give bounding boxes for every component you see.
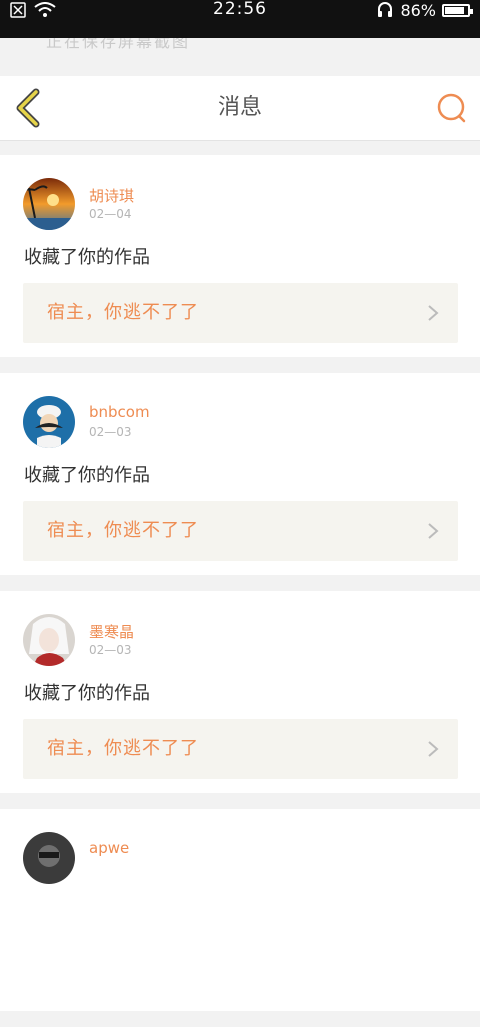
work-link[interactable]: 宿主，你逃不了了	[23, 283, 458, 343]
message-card[interactable]: 胡诗琪 02—04 收藏了你的作品 宿主，你逃不了了	[0, 155, 480, 357]
message-date: 02—03	[89, 425, 132, 439]
message-card[interactable]: apwe	[0, 809, 480, 1011]
screenshot-toast: 正在保存屏幕截图	[0, 38, 480, 76]
message-text: 收藏了你的作品	[24, 247, 150, 268]
toast-text: 正在保存屏幕截图	[46, 38, 191, 51]
work-title: 宿主，你逃不了了	[47, 302, 199, 323]
avatar-dark-image	[23, 832, 75, 884]
user-name[interactable]: 胡诗琪	[89, 185, 134, 206]
battery-level	[445, 6, 464, 14]
battery-icon	[442, 3, 473, 17]
battery-percent: 86%	[400, 0, 436, 20]
work-link[interactable]: 宿主，你逃不了了	[23, 719, 458, 779]
avatar[interactable]	[23, 614, 75, 666]
message-list: 胡诗琪 02—04 收藏了你的作品 宿主，你逃不了了 bnbcom 02—03 …	[0, 155, 480, 1027]
search-button[interactable]	[436, 92, 468, 124]
headset-icon	[378, 2, 393, 17]
user-name[interactable]: 墨寒晶	[89, 621, 134, 642]
message-date: 02—03	[89, 643, 132, 657]
header: 消息	[0, 76, 480, 141]
work-title: 宿主，你逃不了了	[47, 520, 199, 541]
chevron-right-icon	[428, 741, 439, 757]
page-title: 消息	[217, 95, 262, 120]
work-link[interactable]: 宿主，你逃不了了	[23, 501, 458, 561]
avatar-anime-image	[23, 614, 75, 666]
avatar-chef-image	[23, 396, 75, 448]
search-icon	[437, 93, 466, 123]
message-date: 02—04	[89, 207, 132, 221]
chevron-right-icon	[428, 305, 439, 321]
message-text: 收藏了你的作品	[24, 465, 150, 486]
avatar[interactable]	[23, 832, 75, 884]
user-name[interactable]: bnbcom	[89, 403, 150, 421]
user-name[interactable]: apwe	[89, 839, 129, 857]
avatar-sunset-image	[23, 178, 75, 230]
work-title: 宿主，你逃不了了	[47, 738, 199, 759]
message-card[interactable]: bnbcom 02—03 收藏了你的作品 宿主，你逃不了了	[0, 373, 480, 575]
chevron-right-icon	[428, 523, 439, 539]
avatar[interactable]	[23, 396, 75, 448]
status-bar: 22:56 86%	[0, 0, 480, 38]
message-text: 收藏了你的作品	[24, 683, 150, 704]
status-bar-right: 86%	[376, 0, 473, 20]
message-card[interactable]: 墨寒晶 02—03 收藏了你的作品 宿主，你逃不了了	[0, 591, 480, 793]
avatar[interactable]	[23, 178, 75, 230]
